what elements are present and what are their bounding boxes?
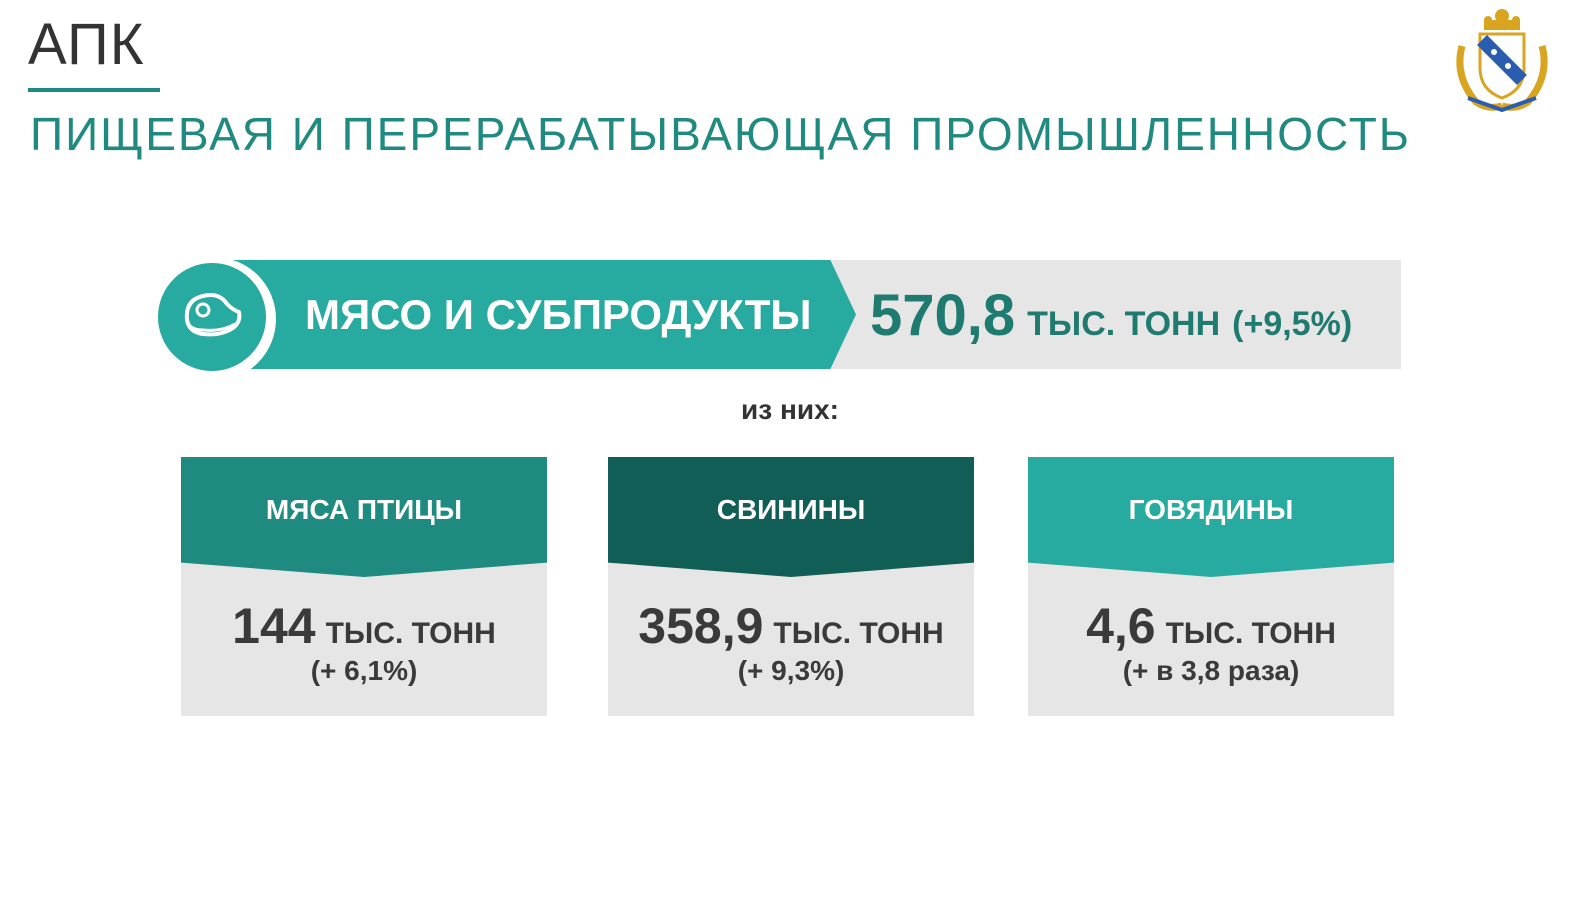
card-label: СВИНИНЫ <box>716 494 866 525</box>
card-value: 358,9 ТЫС. ТОНН <box>608 597 974 655</box>
card-value: 4,6 ТЫС. ТОНН <box>1028 597 1394 655</box>
card-value-number: 4,6 <box>1086 598 1156 654</box>
page-title: ПИЩЕВАЯ И ПЕРЕРАБАТЫВАЮЩАЯ ПРОМЫШЛЕННОСТ… <box>30 108 1411 160</box>
coat-of-arms-icon <box>1448 6 1556 114</box>
card-label: МЯСА ПТИЦЫ <box>265 494 463 525</box>
banner-value: 570,8 ТЫС. ТОНН (+9,5%) <box>870 260 1352 369</box>
card-pork: СВИНИНЫ 358,9 ТЫС. ТОНН (+ 9,3%) <box>608 457 974 716</box>
banner-label: МЯСО И СУБПРОДУКТЫ <box>305 290 812 338</box>
card-value-unit: ТЫС. ТОНН <box>773 617 944 650</box>
of-them-label: из них: <box>741 394 839 425</box>
section-title: АПК <box>28 12 145 77</box>
card-value-unit: ТЫС. ТОНН <box>1165 617 1336 650</box>
card-value: 144 ТЫС. ТОНН <box>181 597 547 655</box>
card-change: (+ в 3,8 раза) <box>1122 655 1300 686</box>
card-label: ГОВЯДИНЫ <box>1128 494 1294 525</box>
meat-steak-icon <box>181 290 243 345</box>
card-change: (+ 6,1%) <box>310 655 418 686</box>
banner-value-number: 570,8 <box>870 283 1016 348</box>
title-underline <box>28 88 160 92</box>
card-value-number: 358,9 <box>638 598 764 654</box>
card-change: (+ 9,3%) <box>737 655 845 686</box>
card-value-number: 144 <box>232 598 316 654</box>
card-value-unit: ТЫС. ТОНН <box>325 617 496 650</box>
card-beef: ГОВЯДИНЫ 4,6 ТЫС. ТОНН (+ в 3,8 раза) <box>1028 457 1394 716</box>
card-poultry: МЯСА ПТИЦЫ 144 ТЫС. ТОНН (+ 6,1%) <box>181 457 547 716</box>
banner-icon-circle <box>158 263 266 371</box>
banner-value-change: (+9,5%) <box>1232 305 1353 343</box>
banner-value-unit: ТЫС. ТОНН <box>1027 305 1221 343</box>
